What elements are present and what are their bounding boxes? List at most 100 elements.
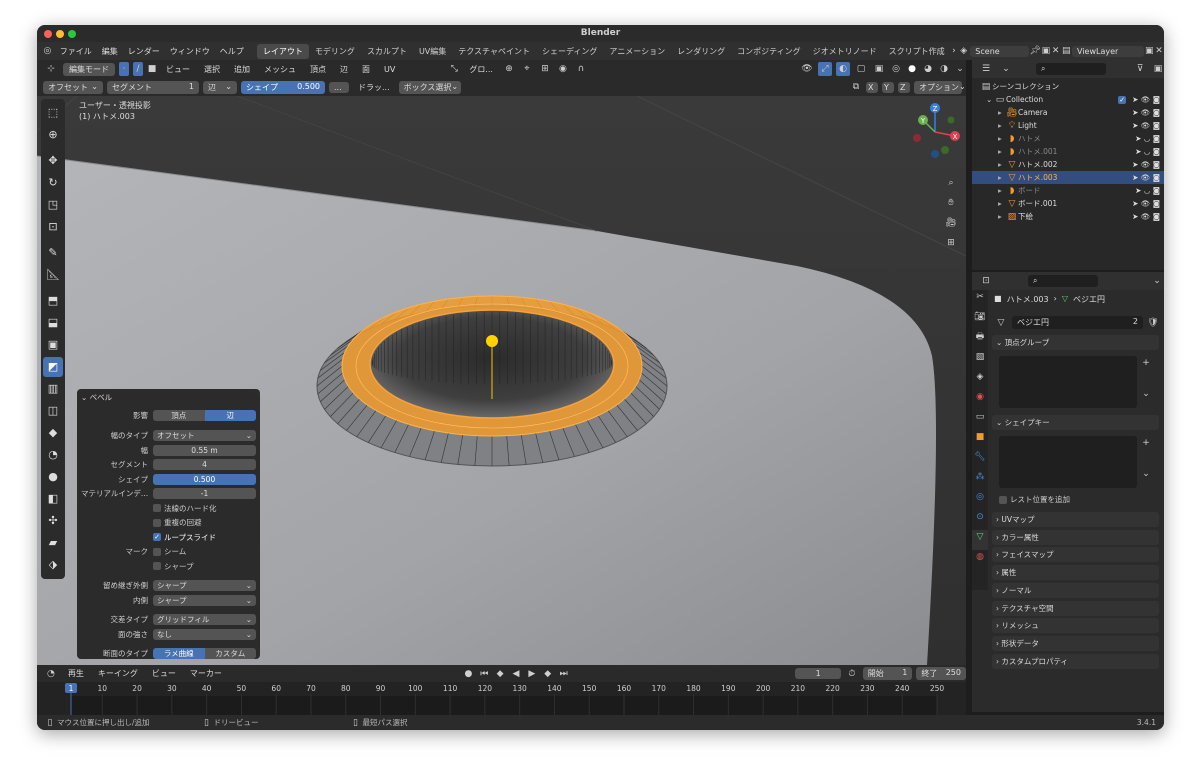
- play-icon[interactable]: ▶: [526, 667, 538, 681]
- wireframe-shading-icon[interactable]: ◎: [890, 62, 902, 76]
- tab-layout[interactable]: レイアウト: [256, 43, 309, 59]
- auto-keying-icon[interactable]: ●: [462, 667, 474, 681]
- rip-tool-icon[interactable]: ⬗: [43, 555, 63, 575]
- shape-keys-list[interactable]: [999, 436, 1137, 488]
- menu-help[interactable]: ヘルプ: [215, 46, 249, 57]
- shape-keys-panel[interactable]: ⌄ シェイプキー: [992, 415, 1159, 430]
- collection-tab-icon[interactable]: ▭: [972, 410, 988, 430]
- shading-options-icon[interactable]: ⌄: [954, 62, 966, 76]
- snap-target-icon[interactable]: ⊞: [538, 62, 552, 76]
- outliner-row[interactable]: ▸ 🎥︎ Camera ➤ 👁︎ ◙: [972, 106, 1164, 119]
- profile-custom-button[interactable]: カスタム: [204, 648, 256, 660]
- scene-selector[interactable]: Scene: [970, 45, 1030, 57]
- outliner-editor-icon[interactable]: ☰: [978, 62, 994, 76]
- data-tab-icon[interactable]: ▽: [972, 530, 988, 550]
- properties-section[interactable]: › ノーマル: [992, 582, 1159, 598]
- visibility-toggle-icons[interactable]: ➤ 👁︎ ◙: [1132, 199, 1160, 208]
- mark-sharp-checkbox[interactable]: シャープ: [153, 561, 194, 572]
- world-tab-icon[interactable]: ◉: [972, 390, 988, 410]
- material-tab-icon[interactable]: ◍: [972, 550, 988, 570]
- collection-row[interactable]: ⌄ ▭ Collection ✓ ➤ 👁︎ ◙: [972, 93, 1164, 106]
- add-shape-key-icon[interactable]: +: [1140, 436, 1152, 450]
- add-cube-tool-icon[interactable]: ⬒: [43, 291, 63, 311]
- shear-tool-icon[interactable]: ▰: [43, 533, 63, 553]
- affect-vertex-button[interactable]: 頂点: [153, 409, 205, 421]
- blender-logo-icon[interactable]: ◎: [40, 44, 55, 58]
- loop-cut-tool-icon[interactable]: ▥: [43, 379, 63, 399]
- outliner-row[interactable]: ▸ ◗ ボード ➤ ◡ ◙: [972, 184, 1164, 197]
- outliner-row[interactable]: ▸ ◗ ハトメ ➤ ◡ ◙: [972, 132, 1164, 145]
- outliner-row[interactable]: ▸ ◗ ハトメ.001 ➤ ◡ ◙: [972, 145, 1164, 158]
- properties-section[interactable]: › カスタムプロパティ: [992, 653, 1159, 669]
- visibility-toggle-icons[interactable]: ➤ ◡ ◙: [1135, 186, 1160, 195]
- segments-input[interactable]: 4: [153, 459, 256, 471]
- mirror-y-toggle[interactable]: Y: [882, 81, 894, 93]
- properties-section[interactable]: › カラー属性: [992, 529, 1159, 545]
- fake-user-icon[interactable]: 🛡︎: [1147, 316, 1159, 330]
- affect-edge-button[interactable]: 辺: [204, 409, 256, 421]
- view-layer-selector[interactable]: ViewLayer: [1072, 45, 1145, 57]
- face-strength-select[interactable]: なし ⌄: [153, 628, 256, 640]
- xray-icon[interactable]: ▣: [872, 62, 886, 76]
- menu-edit[interactable]: 編集: [97, 46, 123, 57]
- particles-tab-icon[interactable]: ⁂: [972, 470, 988, 490]
- menu-add[interactable]: 追加: [229, 64, 255, 75]
- tab-sculpt[interactable]: スカルプト: [361, 44, 413, 59]
- inset-tool-icon[interactable]: ▣: [43, 335, 63, 355]
- miter-inner-select[interactable]: シャープ ⌄: [153, 594, 256, 606]
- vertex-group-menu-icon[interactable]: ⌄: [1140, 387, 1152, 401]
- menu-select[interactable]: 選択: [199, 64, 225, 75]
- new-collection-icon[interactable]: ▣: [1152, 62, 1164, 76]
- cursor-tool-icon[interactable]: ⊕: [43, 125, 63, 145]
- properties-section[interactable]: › 形状データ: [992, 635, 1159, 651]
- camera-view-icon[interactable]: 🎥︎: [943, 216, 959, 236]
- material-index-field[interactable]: -1: [153, 488, 256, 500]
- properties-options-icon[interactable]: ⌄: [1150, 274, 1164, 288]
- outliner-row[interactable]: ▸ ▽ ハトメ.002 ➤ 👁︎ ◙: [972, 158, 1164, 171]
- visibility-toggle-icons[interactable]: ➤ 👁︎ ◙: [1132, 212, 1160, 221]
- smooth-tool-icon[interactable]: ●: [43, 467, 63, 487]
- tab-texture-paint[interactable]: テクスチャペイント: [452, 44, 536, 59]
- zoom-window-button[interactable]: [68, 30, 76, 38]
- timeline-frames[interactable]: 1 10 20 30 40 50 60 70 80 90 100 110 120 130 140 150 160…: [37, 682, 966, 715]
- visibility-toggle-icons[interactable]: ➤ ◡ ◙: [1135, 147, 1160, 156]
- close-window-button[interactable]: [44, 30, 52, 38]
- face-select-icon[interactable]: ■: [147, 62, 157, 76]
- falloff-icon[interactable]: ∩: [574, 62, 588, 76]
- knife-tool-icon[interactable]: ◫: [43, 401, 63, 421]
- shape-key-menu-icon[interactable]: ⌄: [1140, 467, 1152, 481]
- intersection-type-select[interactable]: グリッドフィル ⌄: [153, 614, 256, 626]
- vertex-groups-list[interactable]: [999, 356, 1137, 408]
- menu-edge[interactable]: 辺: [335, 64, 353, 75]
- playback-menu[interactable]: 再生: [63, 668, 89, 679]
- properties-section[interactable]: › テクスチャ空間: [992, 600, 1159, 616]
- properties-editor-icon[interactable]: ⊡: [978, 274, 994, 288]
- transform-tool-icon[interactable]: ⊡: [43, 217, 63, 237]
- outliner-row[interactable]: ▸ ▽ ボード.001 ➤ 👁︎ ◙: [972, 197, 1164, 210]
- keying-menu[interactable]: キーイング: [93, 668, 143, 679]
- move-tool-icon[interactable]: ✥: [43, 151, 63, 171]
- menu-render[interactable]: レンダー: [123, 46, 165, 57]
- clamp-overlap-checkbox[interactable]: 重複の回避: [153, 517, 202, 528]
- edge-slide-tool-icon[interactable]: ◧: [43, 489, 63, 509]
- profile-superellipse-button[interactable]: ラメ曲線: [153, 648, 205, 660]
- mark-seam-checkbox[interactable]: シーム: [153, 546, 186, 557]
- width-field[interactable]: 0.55 m: [153, 444, 256, 456]
- minimize-window-button[interactable]: [56, 30, 64, 38]
- constraints-tab-icon[interactable]: ⊙: [972, 510, 988, 530]
- segments-field[interactable]: セグメント 1: [107, 80, 199, 94]
- delete-view-layer-icon[interactable]: ✕: [1154, 44, 1164, 58]
- object-tab-icon[interactable]: ■: [972, 430, 988, 450]
- solid-shading-icon[interactable]: ●: [906, 62, 918, 76]
- tab-compositing[interactable]: コンポジティング: [731, 44, 807, 59]
- properties-section[interactable]: › UVマップ: [992, 512, 1159, 527]
- edge-select-icon[interactable]: /: [133, 62, 143, 76]
- tab-animation[interactable]: アニメーション: [603, 44, 671, 59]
- menu-mesh[interactable]: メッシュ: [259, 64, 301, 75]
- properties-section[interactable]: › フェイスマップ: [992, 547, 1159, 563]
- scale-tool-icon[interactable]: ◳: [43, 195, 63, 215]
- spin-tool-icon[interactable]: ◔: [43, 445, 63, 465]
- bevel-tool-icon[interactable]: ◩: [43, 357, 63, 377]
- output-tab-icon[interactable]: 🖶︎: [972, 330, 988, 350]
- play-reverse-icon[interactable]: ◀: [510, 667, 522, 681]
